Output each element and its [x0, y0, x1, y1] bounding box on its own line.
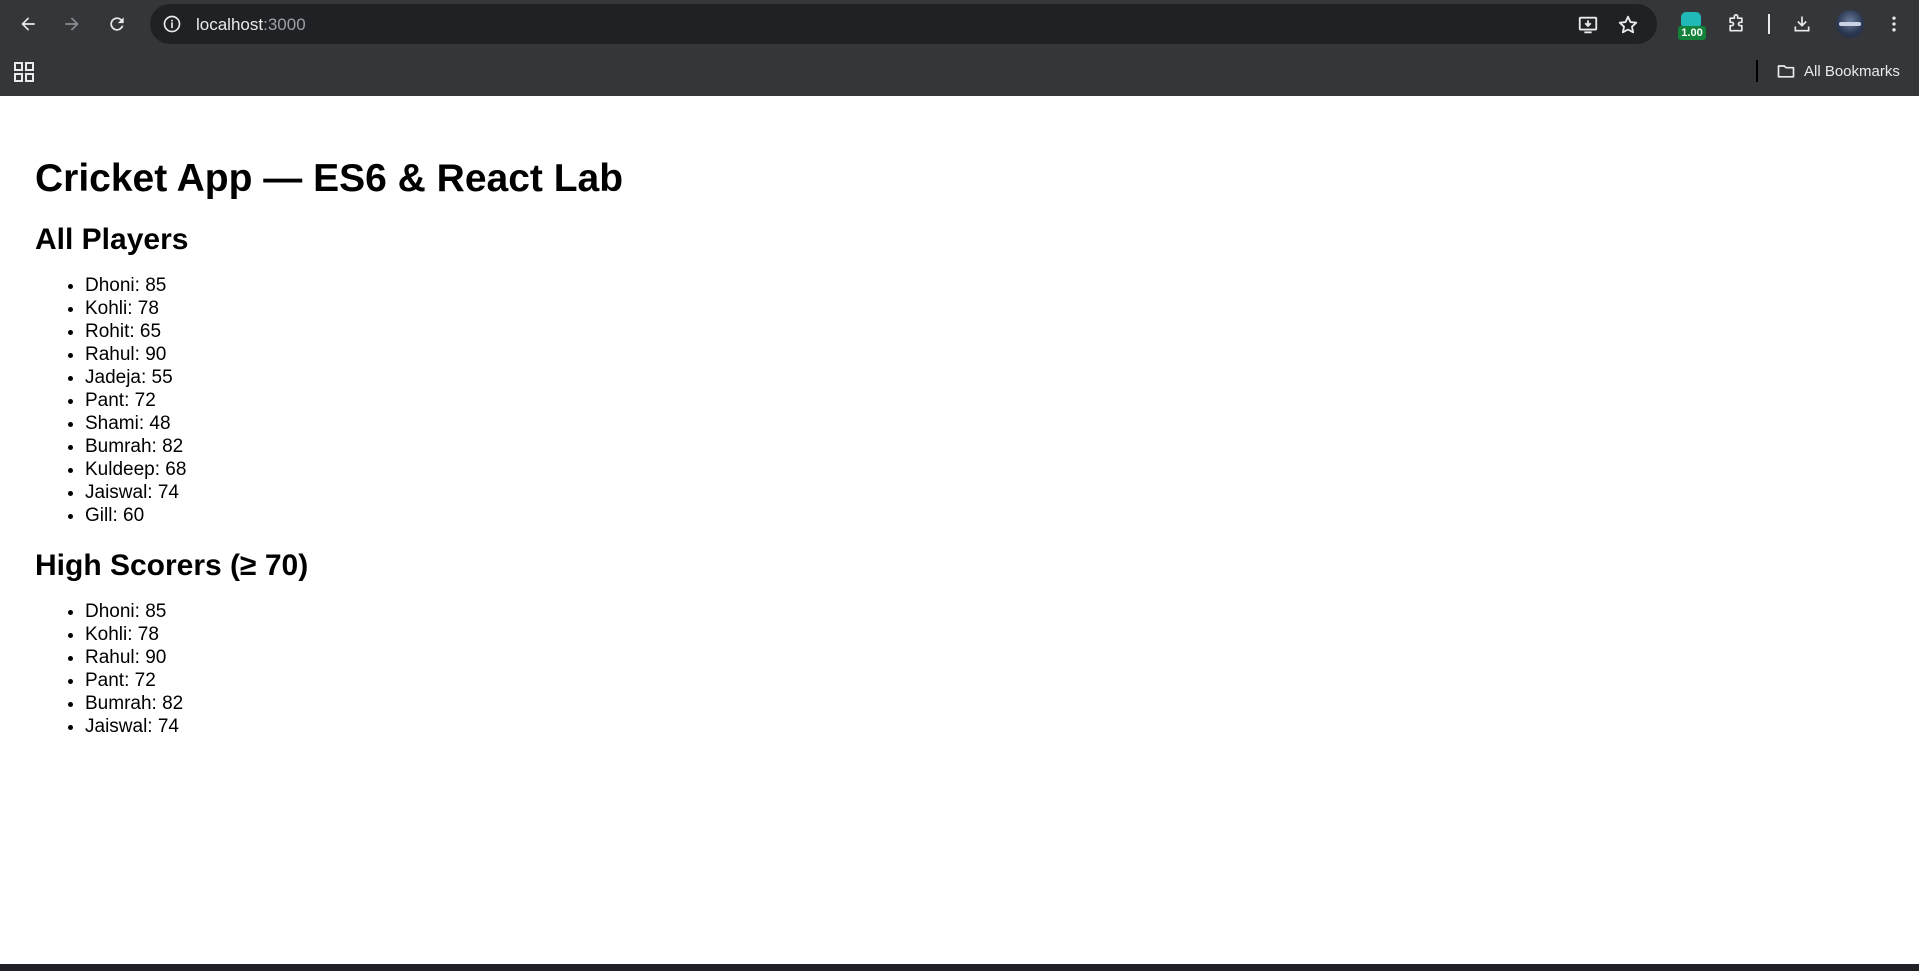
list-item: Bumrah: 82	[85, 435, 1835, 458]
arrow-right-icon	[65, 17, 79, 31]
menu-button[interactable]	[1880, 10, 1908, 38]
list-item: Kuldeep: 68	[85, 458, 1835, 481]
star-icon[interactable]	[1617, 14, 1639, 36]
avatar-detail	[1839, 22, 1861, 26]
kebab-menu-icon	[1892, 16, 1896, 32]
all-players-heading: All Players	[35, 223, 189, 256]
extensions-button[interactable]	[1722, 10, 1750, 38]
extension-badge-top	[1681, 12, 1701, 26]
list-item: Kohli: 78	[85, 297, 1835, 320]
all-bookmarks-label: All Bookmarks	[1804, 62, 1900, 80]
url-host: localhost	[196, 15, 264, 34]
list-item: Pant: 72	[85, 669, 1835, 692]
browser-toolbar: localhost:3000 1.00	[0, 0, 1919, 48]
extension-badge-icon[interactable]: 1.00	[1678, 12, 1706, 40]
arrow-left-icon	[21, 17, 35, 31]
all-bookmarks-button[interactable]: All Bookmarks	[1776, 59, 1900, 83]
site-info-icon[interactable]	[162, 14, 182, 34]
forward-button[interactable]	[58, 10, 86, 38]
downloads-button[interactable]	[1788, 10, 1816, 38]
list-item: Jaiswal: 74	[85, 715, 1835, 738]
profile-avatar[interactable]	[1836, 10, 1864, 38]
list-item: Shami: 48	[85, 412, 1835, 435]
high-scorers-list: Dhoni: 85 Kohli: 78 Rahul: 90 Pant: 72 B…	[35, 600, 1835, 738]
list-item: Rahul: 90	[85, 343, 1835, 366]
list-item: Rahul: 90	[85, 646, 1835, 669]
address-bar[interactable]: localhost:3000	[150, 4, 1657, 44]
toolbar-divider	[1768, 14, 1770, 34]
all-players-list: Dhoni: 85 Kohli: 78 Rohit: 65 Rahul: 90 …	[35, 274, 1835, 527]
app-root: Cricket App — ES6 & React Lab All Player…	[35, 96, 1835, 738]
taskbar-edge	[0, 964, 1919, 971]
list-item: Bumrah: 82	[85, 692, 1835, 715]
install-app-icon[interactable]	[1577, 14, 1599, 36]
list-item: Dhoni: 85	[85, 600, 1835, 623]
list-item: Gill: 60	[85, 504, 1835, 527]
download-icon	[1794, 16, 1810, 32]
extension-badge-label: 1.00	[1678, 26, 1706, 40]
apps-grid-icon[interactable]	[12, 60, 36, 84]
list-item: Rohit: 65	[85, 320, 1835, 343]
bookmarks-divider	[1756, 60, 1758, 82]
url-port: :3000	[263, 15, 306, 34]
list-item: Dhoni: 85	[85, 274, 1835, 297]
back-button[interactable]	[14, 10, 42, 38]
reload-button[interactable]	[103, 10, 131, 38]
folder-icon	[1777, 65, 1795, 78]
list-item: Jadeja: 55	[85, 366, 1835, 389]
list-item: Pant: 72	[85, 389, 1835, 412]
list-item: Kohli: 78	[85, 623, 1835, 646]
puzzle-icon	[1729, 14, 1743, 32]
high-scorers-heading: High Scorers (≥ 70)	[35, 549, 309, 582]
bookmarks-bar	[0, 48, 1919, 96]
url-text[interactable]: localhost:3000	[196, 15, 306, 35]
page-viewport: Cricket App — ES6 & React Lab All Player…	[0, 96, 1919, 964]
list-item: Jaiswal: 74	[85, 481, 1835, 504]
reload-icon	[110, 17, 124, 31]
page-title: Cricket App — ES6 & React Lab	[35, 157, 624, 200]
